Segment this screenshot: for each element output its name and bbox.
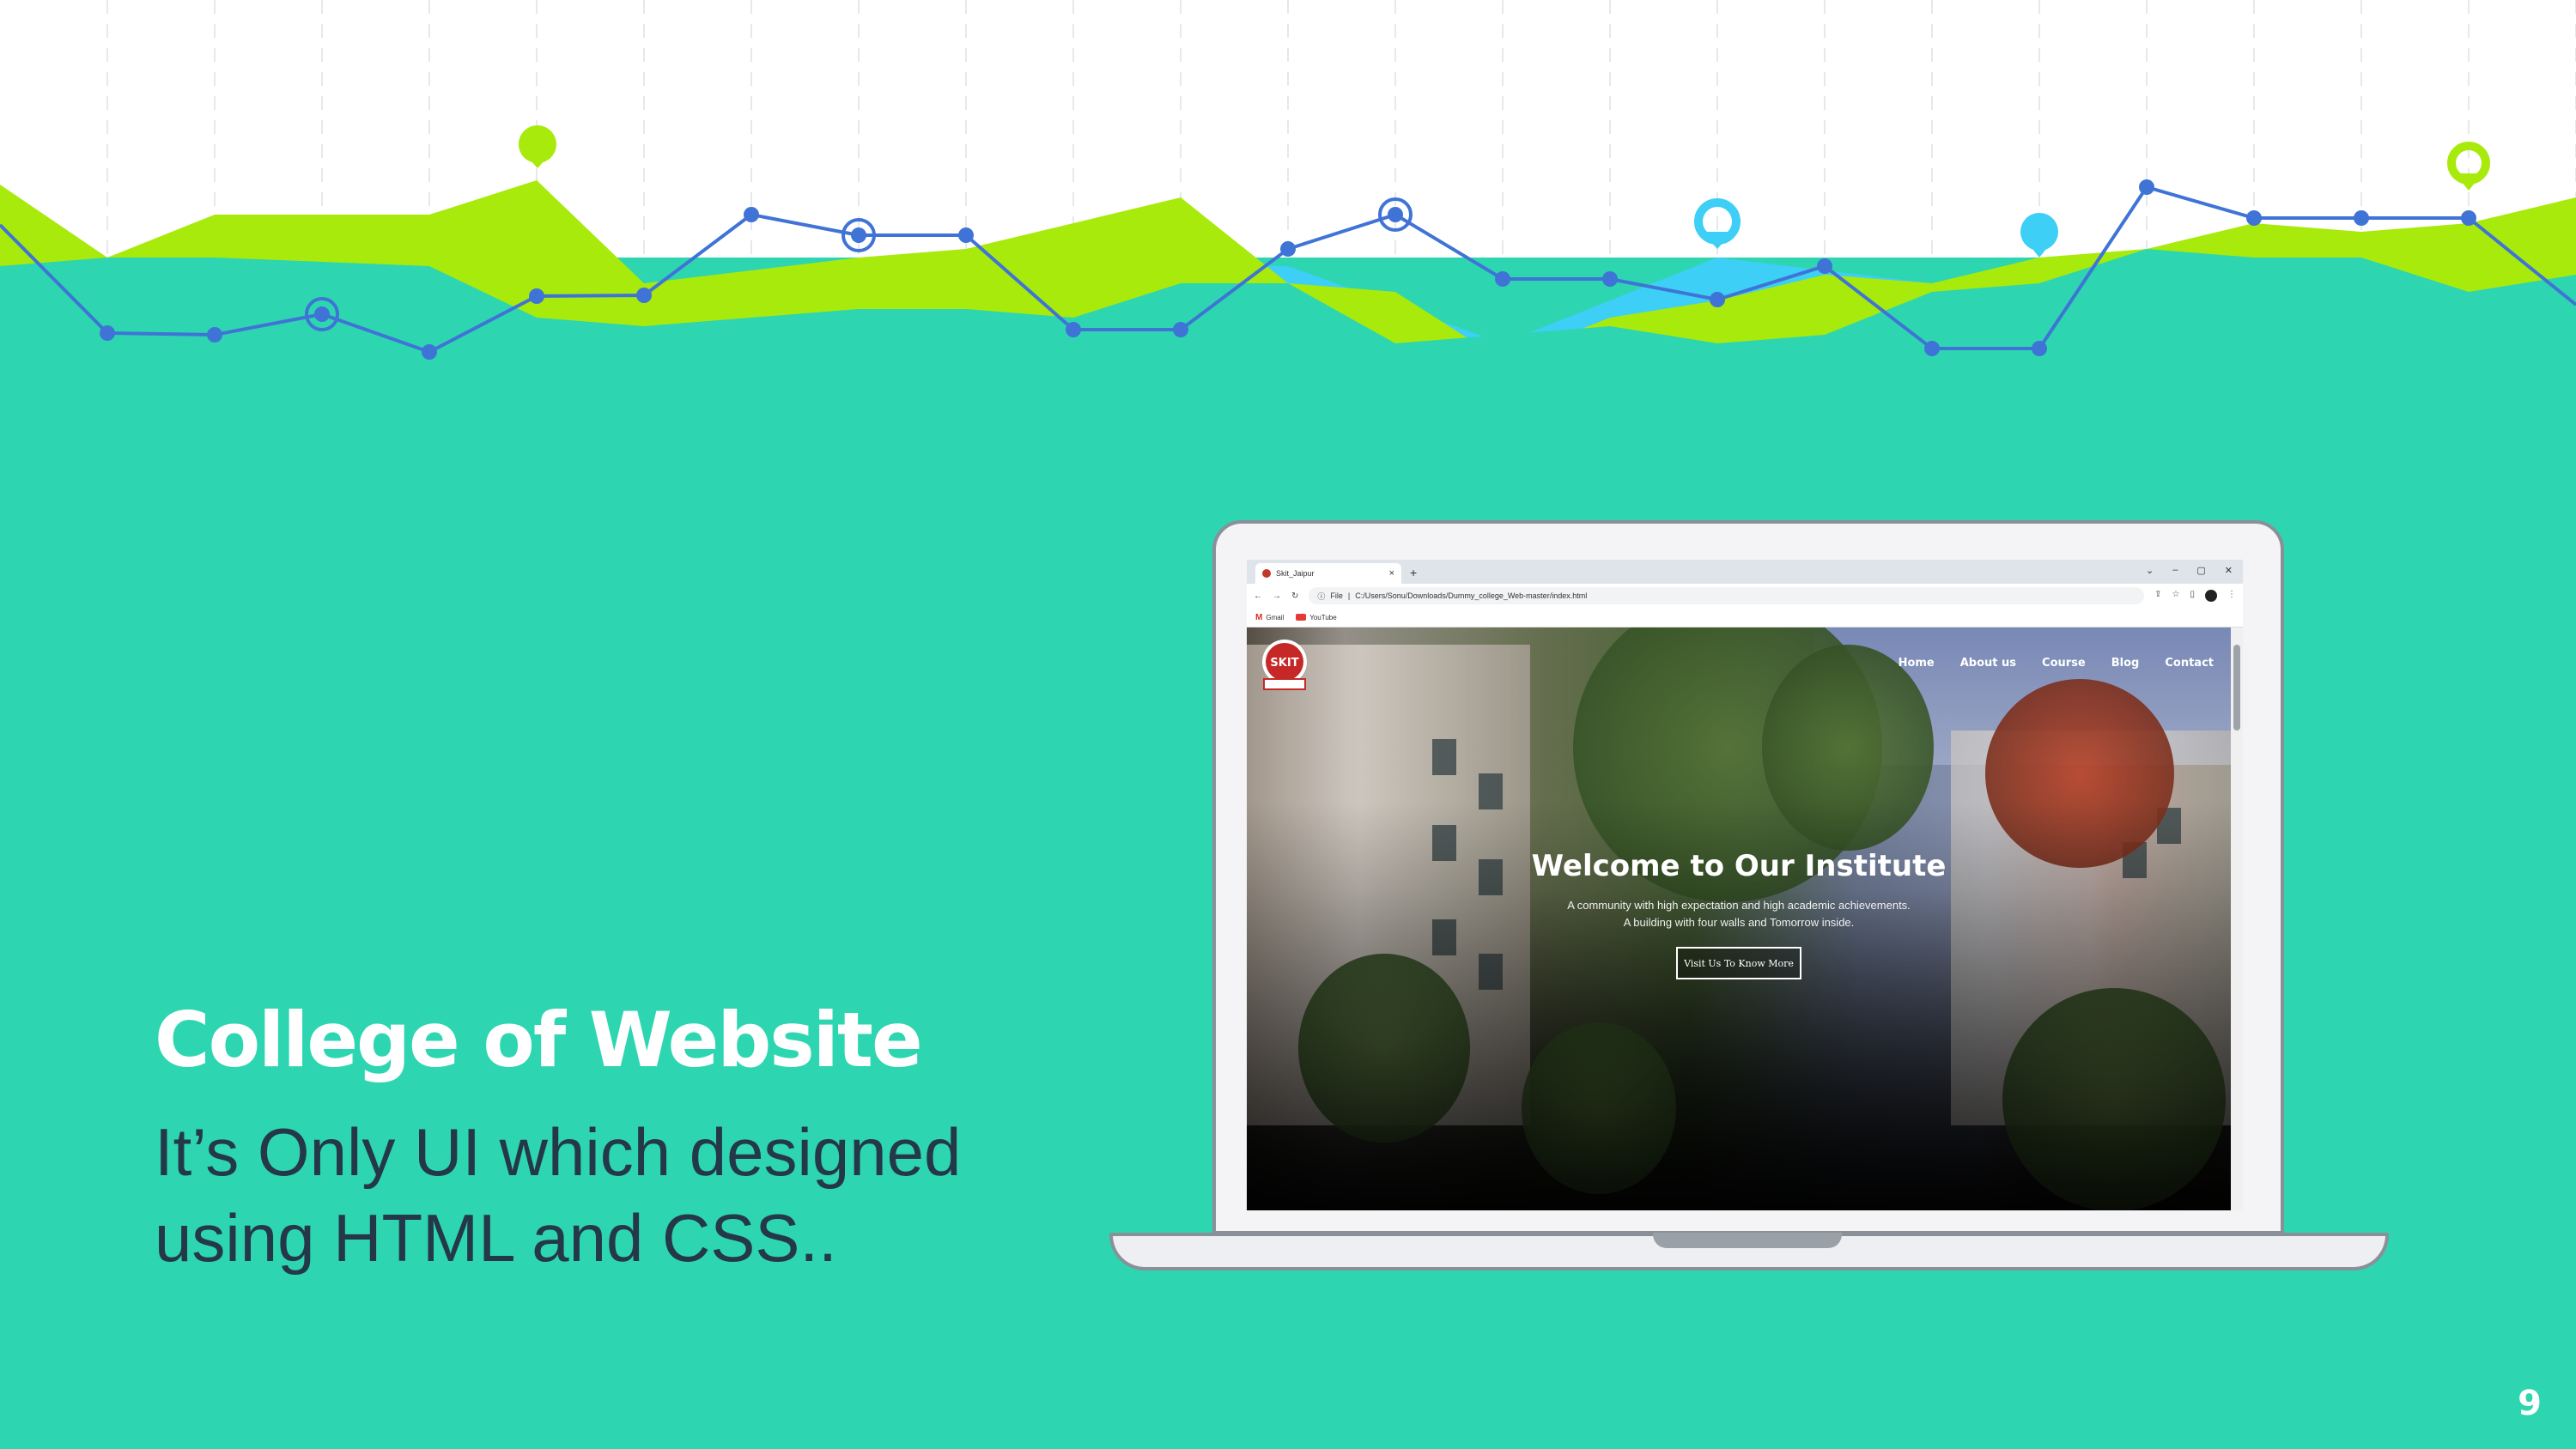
trend-dot bbox=[1924, 341, 1940, 356]
nav-course[interactable]: Course bbox=[2042, 657, 2086, 670]
tab-close-icon[interactable]: × bbox=[1389, 568, 1394, 579]
browser-toolbar: ← → ↻ ⓘ File | C:/Users/Sonu/Downloads/D… bbox=[1247, 584, 2243, 608]
minimize-icon[interactable]: – bbox=[2172, 565, 2178, 576]
slide-subtitle: It’s Only UI which designed using HTML a… bbox=[155, 1109, 1099, 1281]
info-icon[interactable]: ⓘ bbox=[1317, 591, 1325, 602]
skit-logo[interactable]: SKIT bbox=[1259, 636, 1310, 696]
nav-about[interactable]: About us bbox=[1960, 657, 2016, 670]
address-bar[interactable]: ⓘ File | C:/Users/Sonu/Downloads/Dummy_c… bbox=[1309, 587, 2145, 604]
trend-dot bbox=[1173, 322, 1188, 337]
trend-dot bbox=[744, 207, 759, 222]
trend-dot bbox=[851, 227, 866, 243]
trend-dot bbox=[207, 327, 222, 343]
bookmarks-bar: M Gmail YouTube bbox=[1247, 608, 2243, 627]
browser-tab[interactable]: Skit_Jaipur × bbox=[1255, 563, 1401, 584]
laptop-screen: Skit_Jaipur × + ⌄ – ▢ ✕ ← → ↻ ⓘ File | C… bbox=[1247, 560, 2243, 1210]
trend-dot bbox=[1066, 322, 1081, 337]
trend-dot bbox=[2139, 179, 2154, 195]
hero-title: Welcome to Our Institute bbox=[1531, 849, 1947, 883]
scrollbar-thumb[interactable] bbox=[2233, 645, 2240, 731]
profile-avatar[interactable] bbox=[2205, 590, 2217, 602]
laptop-notch bbox=[1653, 1233, 1842, 1248]
trend-dot bbox=[1280, 241, 1296, 257]
new-tab-icon[interactable]: + bbox=[1410, 566, 1417, 579]
site-nav: Home About us Course Blog Contact bbox=[1899, 657, 2214, 670]
reload-icon[interactable]: ↻ bbox=[1291, 591, 1298, 601]
subtitle-line-2: using HTML and CSS.. bbox=[155, 1200, 837, 1276]
trend-dot bbox=[636, 288, 652, 303]
menu-icon[interactable]: ⋮ bbox=[2227, 590, 2236, 602]
visit-us-button[interactable]: Visit Us To Know More bbox=[1676, 947, 1801, 979]
trend-dot bbox=[2032, 341, 2047, 356]
address-separator: | bbox=[1347, 591, 1351, 600]
maximize-icon[interactable]: ▢ bbox=[2196, 565, 2205, 576]
toolbar-icons: ⇪ ☆ ▯ ⋮ bbox=[2154, 590, 2236, 602]
trend-dot bbox=[1602, 271, 1618, 287]
bookmark-gmail[interactable]: M Gmail bbox=[1255, 613, 1284, 622]
bookmark-star-icon[interactable]: ☆ bbox=[2172, 590, 2180, 602]
forward-icon[interactable]: → bbox=[1273, 591, 1281, 601]
trend-dot bbox=[2461, 210, 2476, 226]
page-scrollbar[interactable] bbox=[2231, 627, 2243, 1210]
back-icon[interactable]: ← bbox=[1254, 591, 1262, 601]
share-icon[interactable]: ⇪ bbox=[2154, 590, 2161, 602]
nav-contact[interactable]: Contact bbox=[2165, 657, 2214, 670]
sidepanel-icon[interactable]: ▯ bbox=[2190, 590, 2195, 602]
slide-title: College of Website bbox=[155, 996, 923, 1084]
bookmark-label: YouTube bbox=[1309, 613, 1337, 621]
trend-dot bbox=[100, 325, 115, 341]
close-window-icon[interactable]: ✕ bbox=[2225, 565, 2233, 576]
trend-dot bbox=[1495, 271, 1510, 287]
bookmark-label: Gmail bbox=[1266, 613, 1285, 621]
slide: College of Website It’s Only UI which de… bbox=[0, 0, 2576, 1449]
trend-dot bbox=[1710, 292, 1725, 307]
page-number: 9 bbox=[2518, 1384, 2542, 1423]
trend-dot bbox=[529, 288, 544, 304]
website-hero: SKIT Home About us Course Blog Contact W… bbox=[1247, 627, 2231, 1210]
subtitle-line-1: It’s Only UI which designed bbox=[155, 1114, 962, 1190]
hero-text: A community with high expectation and hi… bbox=[1567, 899, 1911, 929]
trend-dot bbox=[958, 227, 974, 243]
trend-dot bbox=[314, 306, 330, 322]
trend-dot bbox=[1388, 207, 1403, 222]
window-controls: ⌄ – ▢ ✕ bbox=[2146, 565, 2233, 576]
address-prefix: File bbox=[1330, 591, 1343, 600]
trend-dot bbox=[422, 344, 437, 360]
tab-title: Skit_Jaipur bbox=[1276, 569, 1315, 578]
trend-dot bbox=[1817, 258, 1832, 274]
trend-dot bbox=[2354, 210, 2369, 226]
logo-text: SKIT bbox=[1270, 657, 1298, 670]
trend-dot bbox=[2246, 210, 2262, 226]
browser-tab-bar: Skit_Jaipur × + ⌄ – ▢ ✕ bbox=[1247, 560, 2243, 584]
favicon-icon bbox=[1262, 569, 1271, 578]
nav-blog[interactable]: Blog bbox=[2111, 657, 2140, 670]
youtube-icon bbox=[1296, 614, 1307, 621]
address-url: C:/Users/Sonu/Downloads/Dummy_college_We… bbox=[1355, 591, 1588, 600]
decorative-chart-banner bbox=[0, 0, 2576, 378]
nav-home[interactable]: Home bbox=[1899, 657, 1935, 670]
bookmark-youtube[interactable]: YouTube bbox=[1296, 613, 1337, 621]
gmail-icon: M bbox=[1255, 612, 1263, 622]
tab-search-icon[interactable]: ⌄ bbox=[2146, 565, 2154, 576]
